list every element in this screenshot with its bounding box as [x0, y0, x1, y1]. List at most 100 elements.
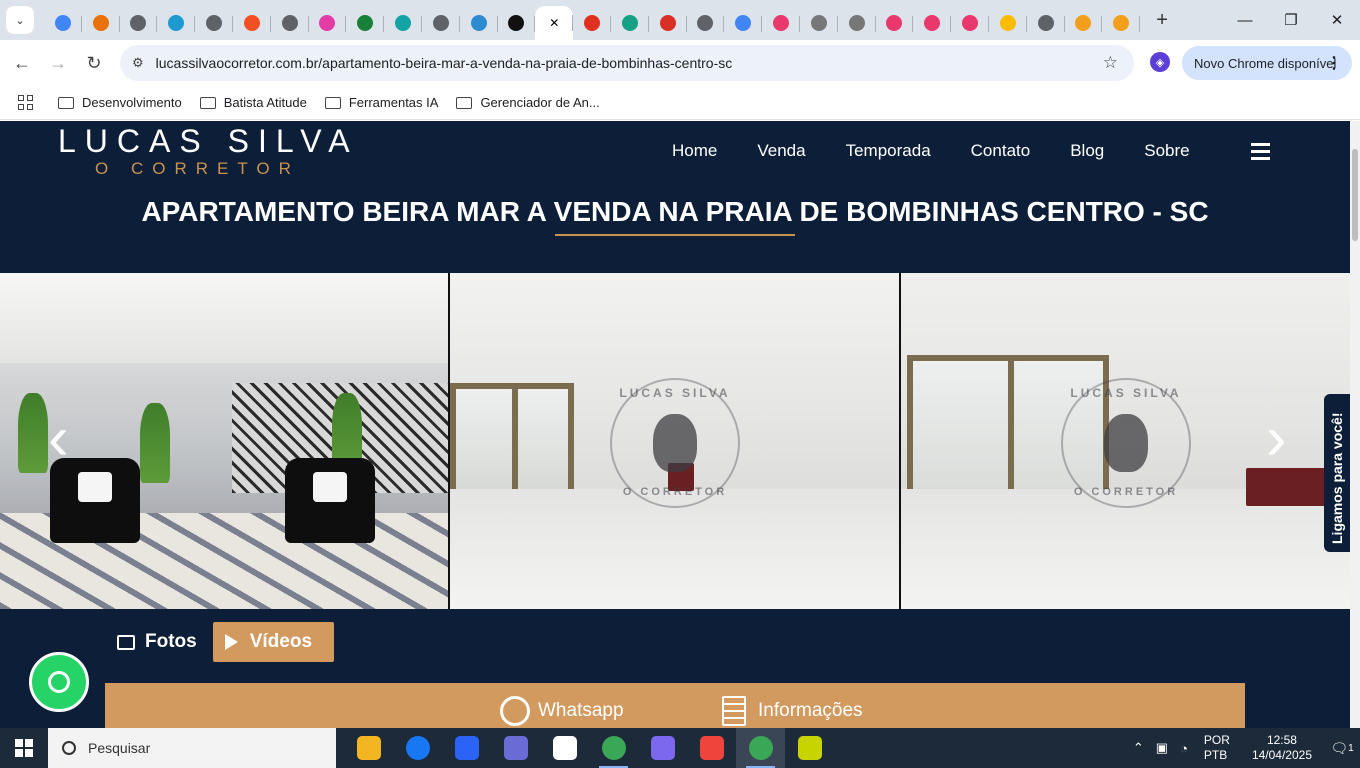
language-indicator[interactable]: POR PTB — [1204, 733, 1230, 763]
minimize-button[interactable]: — — [1222, 0, 1268, 40]
browser-tab[interactable] — [233, 7, 271, 39]
browser-tab[interactable] — [1102, 7, 1141, 39]
nav-sobre[interactable]: Sobre — [1144, 141, 1189, 161]
back-button[interactable]: ← — [4, 45, 40, 81]
taskbar-app[interactable] — [442, 728, 491, 768]
taskbar-app[interactable] — [344, 728, 393, 768]
bookmark-folder[interactable]: Ferramentas IA — [324, 95, 438, 110]
whatsapp-float-button[interactable] — [29, 652, 89, 712]
gallery-next-arrow[interactable]: › — [1266, 408, 1287, 470]
meet-icon[interactable]: ▣ — [1156, 740, 1168, 756]
browser-tab[interactable] — [838, 7, 876, 39]
close-icon[interactable]: ✕ — [546, 15, 562, 31]
title-underline — [555, 234, 795, 236]
taskbar-app[interactable] — [638, 728, 687, 768]
nav-venda[interactable]: Venda — [757, 141, 805, 161]
nav-home[interactable]: Home — [672, 141, 717, 161]
whatsapp-button[interactable]: Whatsapp — [500, 696, 624, 726]
chevron-up-icon[interactable]: ⌃ — [1133, 740, 1144, 756]
notion-icon — [552, 736, 577, 760]
update-label: Novo Chrome disponível — [1194, 55, 1337, 71]
apps-grid-icon[interactable] — [18, 94, 34, 111]
taskbar-app[interactable] — [540, 728, 589, 768]
browser-tab[interactable] — [1065, 7, 1103, 39]
browser-tab[interactable] — [157, 7, 196, 39]
wifi-icon[interactable]: ◔ — [1180, 741, 1188, 756]
browser-tab[interactable] — [649, 7, 687, 39]
callback-tab[interactable]: Ligamos para você! — [1324, 394, 1350, 552]
plant — [140, 403, 170, 483]
forward-button[interactable]: → — [40, 45, 76, 81]
browser-tab[interactable] — [309, 7, 347, 39]
page-scrollbar[interactable] — [1350, 121, 1360, 728]
browser-tab[interactable] — [120, 7, 158, 39]
browser-tab[interactable] — [951, 7, 989, 39]
taskbar-app[interactable] — [785, 728, 834, 768]
browser-tab[interactable] — [82, 7, 120, 39]
bookmark-folder[interactable]: Gerenciador de An... — [456, 95, 600, 110]
browser-tab[interactable] — [271, 7, 309, 39]
tab-photos[interactable]: Fotos — [105, 622, 209, 662]
edge-icon — [168, 15, 185, 31]
maximize-button[interactable]: ❐ — [1268, 0, 1314, 40]
browser-tab[interactable] — [913, 7, 952, 39]
site-logo[interactable]: LUCAS SILVA — [58, 123, 359, 160]
browser-tab[interactable] — [989, 7, 1027, 39]
globe-icon — [697, 15, 714, 31]
browser-tab[interactable] — [876, 7, 914, 39]
notification-button[interactable]: 🗨 1 — [1324, 728, 1360, 768]
hamburger-menu-icon[interactable] — [1251, 143, 1270, 164]
browser-tab[interactable] — [346, 7, 385, 39]
browser-tab[interactable] — [724, 7, 763, 39]
nav-contato[interactable]: Contato — [971, 141, 1031, 161]
gallery-prev-arrow[interactable]: ‹ — [48, 408, 69, 470]
nav-blog[interactable]: Blog — [1070, 141, 1104, 161]
whatsapp-icon — [500, 696, 530, 726]
browser-tab[interactable] — [762, 7, 800, 39]
browser-tab[interactable] — [687, 7, 725, 39]
browser-tab[interactable] — [573, 7, 611, 39]
taskbar-app[interactable] — [491, 728, 540, 768]
callback-label: Ligamos para você! — [1329, 412, 1345, 545]
info-button[interactable]: Informações — [722, 696, 863, 726]
start-button[interactable] — [0, 728, 48, 768]
tab-search-button[interactable]: ⌄ — [6, 6, 34, 34]
browser-tab[interactable] — [195, 7, 233, 39]
taskbar-app[interactable] — [687, 728, 736, 768]
close-window-button[interactable]: ✕ — [1314, 0, 1360, 40]
taskbar-app[interactable] — [393, 728, 442, 768]
new-tab-button[interactable]: + — [1148, 9, 1176, 32]
browser-tab[interactable] — [611, 7, 649, 39]
globe-icon — [281, 15, 298, 31]
browser-tab[interactable] — [1027, 7, 1065, 39]
browser-tab[interactable] — [384, 7, 422, 39]
scrollbar-thumb[interactable] — [1352, 149, 1358, 241]
bookmark-folder[interactable]: Desenvolvimento — [58, 95, 182, 110]
tab-videos[interactable]: Vídeos — [212, 622, 335, 662]
search-placeholder: Pesquisar — [88, 740, 151, 756]
gallery-photo-living-room[interactable]: LUCAS SILVA O CORRETOR — [450, 273, 899, 609]
browser-tab[interactable] — [460, 7, 498, 39]
taskbar-app[interactable] — [736, 728, 785, 768]
browser-tab[interactable] — [800, 7, 838, 39]
window — [450, 383, 574, 501]
globe-icon — [432, 15, 449, 31]
clock[interactable]: 12:58 14/04/2025 — [1252, 733, 1312, 763]
browser-tab[interactable]: ✕ — [535, 6, 574, 40]
bookmark-label: Gerenciador de An... — [480, 95, 600, 110]
nav-temporada[interactable]: Temporada — [846, 141, 931, 161]
extension-icon[interactable]: ◈ — [1150, 52, 1170, 72]
browser-tab[interactable] — [498, 7, 536, 39]
taskbar-app[interactable] — [589, 728, 638, 768]
reload-button[interactable]: ↻ — [76, 45, 112, 81]
taskbar-search[interactable]: Pesquisar — [48, 728, 336, 768]
bookmark-star-icon[interactable]: ☆ — [1103, 53, 1118, 73]
chrome-update-button[interactable]: Novo Chrome disponível ⋮ — [1182, 46, 1352, 80]
bookmark-folder[interactable]: Batista Atitude — [199, 95, 307, 110]
site-info-icon[interactable]: ⚙ — [132, 55, 144, 71]
menu-dots-icon[interactable]: ⋮ — [1326, 53, 1342, 73]
browser-tab[interactable] — [44, 7, 82, 39]
browser-tab[interactable] — [422, 7, 460, 39]
url-text[interactable]: lucassilvaocorretor.com.br/apartamento-b… — [156, 55, 733, 71]
address-bar[interactable]: ⚙ lucassilvaocorretor.com.br/apartamento… — [120, 45, 1134, 81]
